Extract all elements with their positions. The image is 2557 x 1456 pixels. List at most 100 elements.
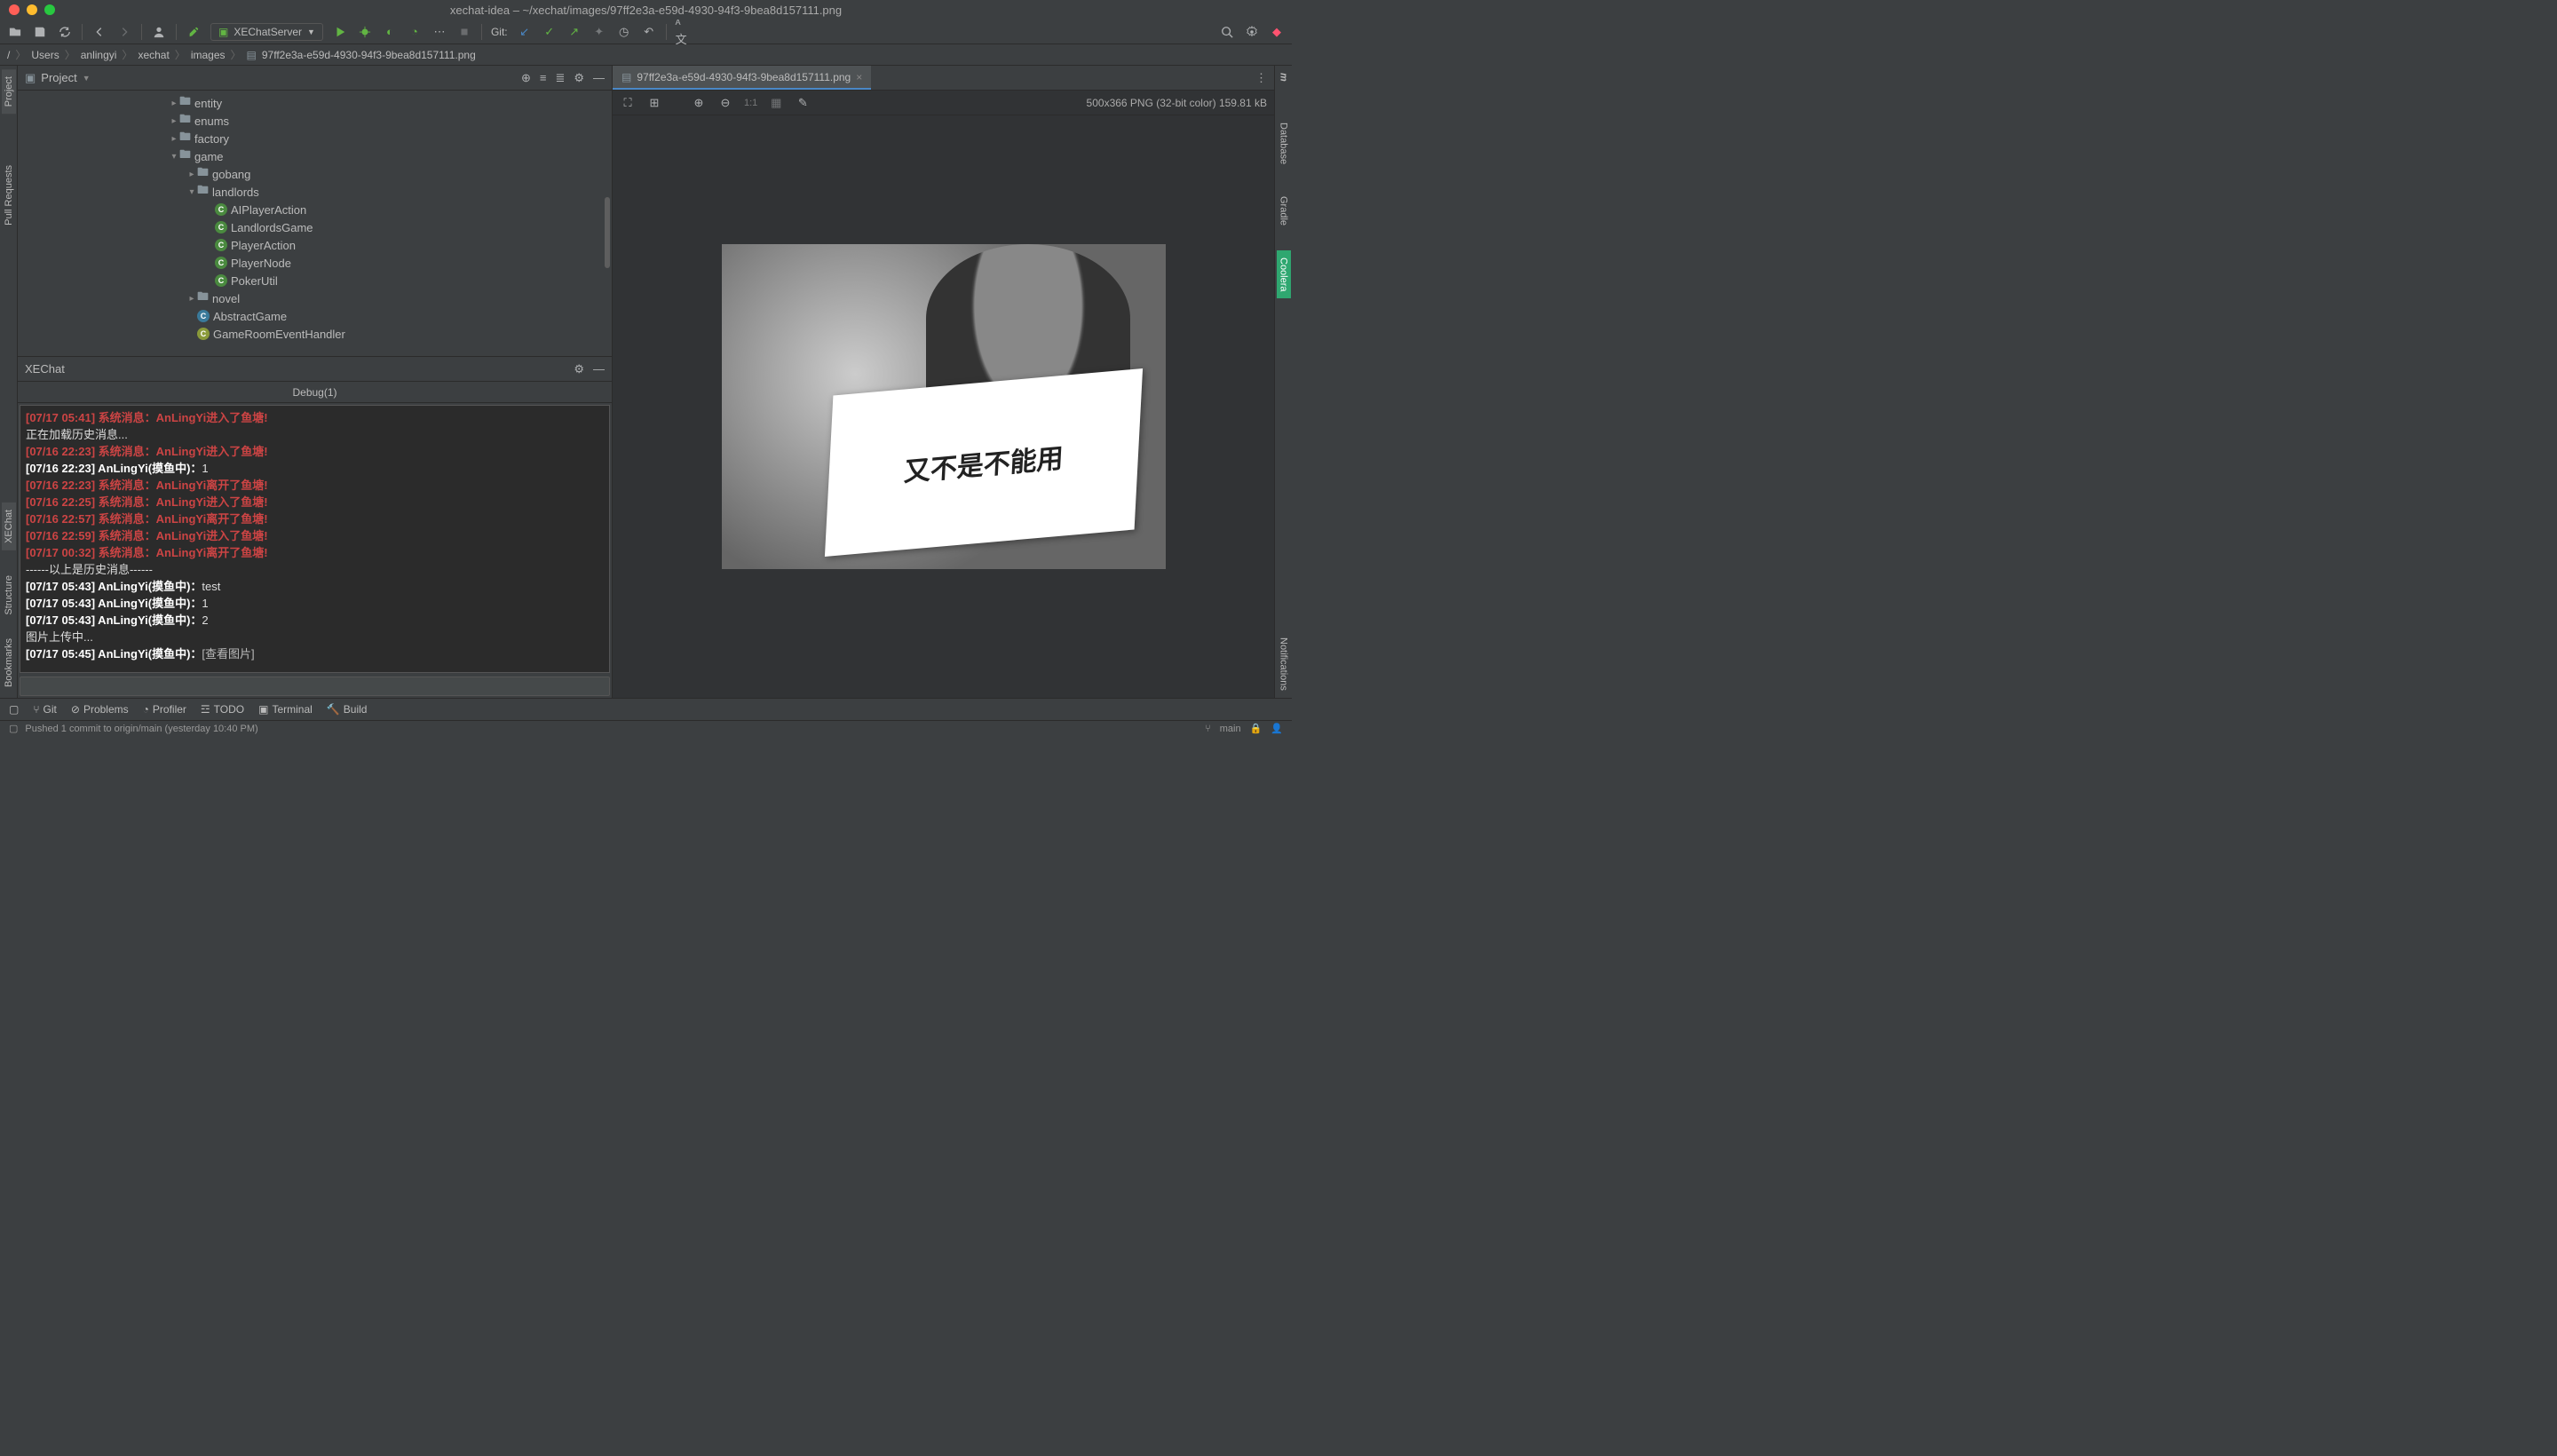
tab-gradle[interactable]: Gradle [1277, 189, 1291, 233]
project-tree[interactable]: ▸🖿entity ▸🖿enums ▸🖿factory ▾🖿game ▸🖿goba… [18, 91, 612, 356]
chevron-down-icon: ▼ [307, 28, 315, 36]
debug-icon[interactable] [357, 24, 373, 40]
tab-coolera[interactable]: Coolera [1277, 250, 1291, 299]
tree-class[interactable]: CPokerUtil [18, 272, 612, 289]
editor-tab-label: 97ff2e3a-e59d-4930-94f3-9bea8d157111.png [637, 71, 851, 83]
coverage-icon[interactable]: ◐ [382, 24, 398, 40]
editor-tab-more-icon[interactable]: ⋮ [1248, 71, 1274, 85]
collapse-icon[interactable]: ≣ [555, 71, 565, 85]
forward-icon[interactable] [116, 24, 132, 40]
grid-icon[interactable]: ⊞ [646, 95, 662, 111]
tab-maven[interactable]: m [1277, 66, 1291, 89]
person-icon[interactable]: 👤 [1271, 723, 1283, 734]
breadcrumb-item[interactable]: Users [31, 49, 59, 61]
chat-log[interactable]: [07/17 05:41] 系统消息：AnLingYi进入了鱼塘!正在加载历史消… [20, 405, 610, 673]
close-tab-icon[interactable]: × [856, 71, 862, 83]
tree-folder[interactable]: ▸🖿entity [18, 94, 612, 112]
profile-icon[interactable]: ◔ [407, 24, 423, 40]
chat-message: [07/17 05:45] AnLingYi(摸鱼中)：[查看图片] [26, 645, 604, 662]
zoom-in-icon[interactable]: ⊕ [691, 95, 707, 111]
project-panel-header: ▣ Project ▼ ⊕ ≡ ≣ ⚙ — [18, 66, 612, 91]
gear-icon[interactable]: ⚙ [574, 71, 584, 85]
git-history-icon[interactable]: ◷ [616, 24, 632, 40]
fit-icon[interactable]: ⛶ [620, 95, 636, 111]
status-bar: ▢ Pushed 1 commit to origin/main (yester… [0, 720, 1292, 736]
maximize-window[interactable] [44, 4, 55, 15]
lock-icon[interactable]: 🔒 [1250, 723, 1263, 734]
breadcrumb-item[interactable]: anlingyi [81, 49, 117, 61]
breadcrumb-item[interactable]: 97ff2e3a-e59d-4930-94f3-9bea8d157111.png [262, 49, 476, 61]
git-new-branch-icon[interactable]: ✦ [591, 24, 607, 40]
save-icon[interactable] [32, 24, 48, 40]
breadcrumb-item[interactable]: xechat [138, 49, 169, 61]
bb-todo[interactable]: ☲TODO [201, 703, 244, 716]
open-icon[interactable] [7, 24, 23, 40]
more-run-icon[interactable]: ⋯ [431, 24, 447, 40]
xechat-tab[interactable]: Debug(1) [18, 382, 612, 403]
editor-tab[interactable]: ▤ 97ff2e3a-e59d-4930-94f3-9bea8d157111.p… [613, 66, 871, 90]
bb-git[interactable]: ⑂Git [33, 703, 57, 716]
image-canvas[interactable]: 又不是不能用 [613, 115, 1274, 698]
tree-scrollbar[interactable] [605, 197, 610, 268]
tab-project[interactable]: Project [2, 69, 16, 114]
tab-database[interactable]: Database [1277, 115, 1291, 171]
stop-icon[interactable] [456, 24, 472, 40]
checker-icon[interactable]: ▦ [768, 95, 784, 111]
tree-folder[interactable]: ▾🖿landlords [18, 183, 612, 201]
build-icon: 🔨 [327, 703, 340, 716]
minimize-panel-icon[interactable]: — [593, 362, 605, 376]
tree-folder[interactable]: ▸🖿gobang [18, 165, 612, 183]
tab-xechat[interactable]: XEChat [2, 502, 16, 550]
git-push-icon[interactable]: ↗ [566, 24, 582, 40]
tree-folder[interactable]: ▾🖿game [18, 147, 612, 165]
user-icon[interactable] [151, 24, 167, 40]
bb-profiler[interactable]: ◔Profiler [143, 703, 186, 716]
bb-terminal[interactable]: ▣Terminal [258, 703, 313, 716]
chevron-down-icon[interactable]: ▼ [83, 74, 91, 83]
tree-class[interactable]: CGameRoomEventHandler [18, 325, 612, 343]
tab-pull-requests[interactable]: Pull Requests [2, 158, 16, 233]
refresh-icon[interactable] [57, 24, 73, 40]
breadcrumb-item[interactable]: images [191, 49, 226, 61]
chat-input[interactable] [20, 677, 610, 696]
locate-icon[interactable]: ⊕ [521, 71, 531, 85]
tab-bookmarks[interactable]: Bookmarks [2, 631, 16, 694]
close-window[interactable] [9, 4, 20, 15]
tree-class[interactable]: CPlayerAction [18, 236, 612, 254]
tree-folder[interactable]: ▸🖿enums [18, 112, 612, 130]
tree-folder[interactable]: ▸🖿novel [18, 289, 612, 307]
toolwindows-icon[interactable]: ▢ [9, 703, 19, 716]
bb-build[interactable]: 🔨Build [327, 703, 368, 716]
settings-icon[interactable] [1244, 24, 1260, 40]
tree-class[interactable]: CPlayerNode [18, 254, 612, 272]
window-title: xechat-idea – ~/xechat/images/97ff2e3a-e… [450, 4, 842, 17]
xechat-panel: XEChat ⚙ — Debug(1) [07/17 05:41] 系统消息：A… [18, 356, 612, 698]
search-icon[interactable] [1219, 24, 1235, 40]
git-branch[interactable]: main [1220, 724, 1241, 734]
ide-logo-icon[interactable]: ◆ [1269, 24, 1285, 40]
minimize-window[interactable] [27, 4, 37, 15]
minimize-panel-icon[interactable]: — [593, 71, 605, 85]
tab-structure[interactable]: Structure [2, 568, 16, 622]
color-picker-icon[interactable]: ✎ [795, 95, 811, 111]
tree-class[interactable]: CAbstractGame [18, 307, 612, 325]
zoom-out-icon[interactable]: ⊖ [717, 95, 733, 111]
breadcrumb-item[interactable]: / [7, 49, 10, 61]
tree-class[interactable]: CLandlordsGame [18, 218, 612, 236]
hammer-icon[interactable] [186, 24, 202, 40]
git-pull-icon[interactable]: ↙ [517, 24, 533, 40]
tree-folder[interactable]: ▸🖿factory [18, 130, 612, 147]
bb-problems[interactable]: ⊘Problems [71, 703, 129, 716]
tree-class[interactable]: CAIPlayerAction [18, 201, 612, 218]
left-gutter: Project Pull Requests XEChat Structure B… [0, 66, 18, 698]
expand-icon[interactable]: ≡ [540, 71, 547, 85]
git-rollback-icon[interactable]: ↶ [641, 24, 657, 40]
run-config-selector[interactable]: ▣ XEChatServer ▼ [210, 23, 323, 41]
run-icon[interactable] [332, 24, 348, 40]
translate-icon[interactable]: ᴬ文 [676, 24, 692, 40]
gear-icon[interactable]: ⚙ [574, 362, 584, 376]
git-commit-icon[interactable]: ✓ [542, 24, 558, 40]
back-icon[interactable] [91, 24, 107, 40]
todo-icon: ☲ [201, 703, 210, 716]
tab-notifications[interactable]: Notifications [1277, 630, 1291, 698]
